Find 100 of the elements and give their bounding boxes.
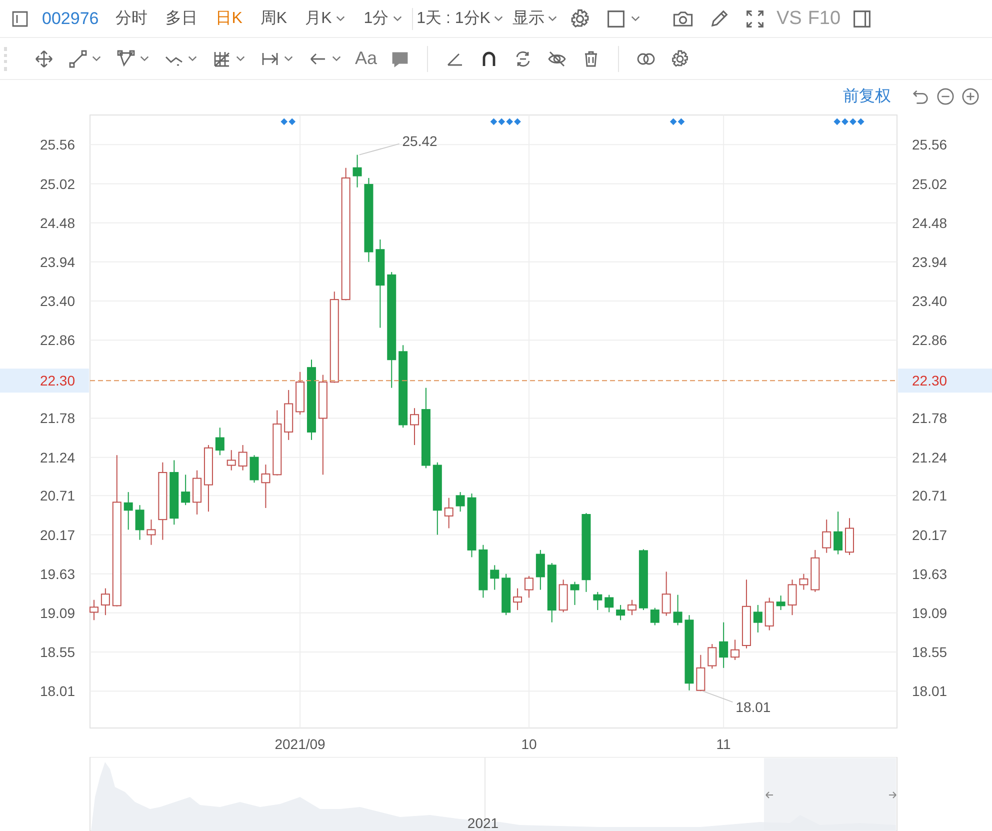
price-axis-label: 23.94	[912, 254, 948, 270]
move-icon[interactable]	[34, 48, 54, 68]
candlestick	[730, 639, 740, 660]
price-axis-label: 21.78	[912, 410, 948, 426]
candlestick	[490, 564, 500, 590]
caret-icon	[493, 13, 504, 24]
period-tab[interactable]: 1分	[354, 4, 412, 34]
candlestick	[628, 599, 636, 616]
panel-toggle-icon[interactable]	[10, 8, 30, 28]
toolbar-link[interactable]: VS	[776, 8, 802, 30]
candlestick	[456, 492, 465, 512]
dropdown[interactable]: 1天 : 1分K	[412, 4, 508, 34]
candlestick	[90, 599, 98, 621]
candlestick	[604, 594, 614, 613]
candlestick	[764, 597, 774, 631]
period-tab[interactable]: 月K	[296, 4, 355, 34]
price-axis-label: 18.01	[40, 683, 75, 700]
zoom-in-icon[interactable]	[961, 86, 980, 106]
candlestick	[124, 492, 133, 530]
candlestick	[536, 549, 545, 590]
candlestick	[250, 454, 259, 484]
candlestick	[444, 497, 454, 529]
candlestick	[719, 622, 728, 668]
period-tab[interactable]: 周K	[251, 4, 296, 34]
price-axis-label: 18.55	[40, 644, 75, 660]
caret-icon	[547, 13, 558, 24]
line-tool-icon[interactable]	[68, 48, 88, 68]
candlestick	[261, 464, 270, 508]
event-marker[interactable]: ◆◆◆◆	[490, 116, 522, 126]
dropdown[interactable]: 显示	[508, 4, 562, 34]
toolbar-link[interactable]: F10	[808, 8, 841, 30]
leader-line	[358, 143, 400, 156]
fullscreen-icon[interactable]	[744, 8, 766, 30]
polygon-icon[interactable]	[116, 48, 136, 68]
price-axis-label: 23.40	[912, 293, 948, 309]
price-axis-label: 23.94	[40, 254, 75, 270]
price-axis-label: 20.17	[912, 526, 948, 543]
text-tool[interactable]: Aa	[355, 48, 378, 69]
price-axis-label: 18.01	[912, 683, 948, 700]
current-price-tag: 22.30	[0, 368, 89, 393]
caret-icon[interactable]	[235, 53, 246, 64]
square-icon[interactable]	[605, 8, 628, 30]
caret-icon[interactable]	[91, 53, 102, 64]
settings-icon[interactable]	[670, 48, 690, 68]
event-marker[interactable]: ◆◆◆◆	[834, 116, 866, 126]
adjustment-link[interactable]: 前复权	[843, 86, 891, 106]
period-tab[interactable]: 日K	[206, 4, 252, 34]
stock-code[interactable]: 002976	[42, 8, 99, 28]
price-axis-label: 25.02	[912, 176, 948, 192]
candlestick	[593, 591, 602, 611]
price-axis-label: 21.24	[40, 449, 75, 466]
leader-line	[702, 690, 734, 703]
price-axis-label: 21.78	[40, 410, 75, 426]
price-axis-label: 20.71	[912, 488, 948, 504]
eye-off-icon[interactable]	[547, 48, 568, 68]
caret-icon[interactable]	[283, 53, 294, 64]
date-axis-label: 10	[521, 736, 537, 752]
caret-icon[interactable]	[187, 53, 198, 64]
candlestick	[696, 654, 706, 692]
price-axis-label: 20.71	[40, 488, 75, 504]
candlestick	[410, 408, 420, 446]
panel-icon[interactable]	[850, 8, 873, 30]
candlestick	[181, 474, 190, 506]
candlestick	[799, 573, 808, 590]
candlestick	[352, 154, 362, 188]
candlestick	[708, 644, 717, 670]
candlestick	[192, 470, 202, 515]
candlestick	[226, 450, 236, 471]
candlestick	[753, 604, 762, 633]
settings-icon[interactable]	[569, 8, 592, 30]
zoom-out-icon[interactable]	[936, 86, 955, 106]
period-tab[interactable]: 多日	[156, 4, 207, 34]
price-axis-label: 25.56	[912, 136, 948, 153]
price-axis-label: 18.55	[912, 644, 948, 660]
price-axis-label: 24.48	[912, 214, 948, 231]
event-marker[interactable]: ◆◆	[670, 116, 686, 126]
price-axis-label: 21.24	[912, 449, 948, 466]
caret-icon[interactable]	[331, 53, 342, 64]
price-axis-label: 19.63	[912, 566, 948, 582]
event-marker[interactable]: ◆◆	[280, 116, 297, 126]
arrow-left-icon[interactable]	[766, 792, 774, 798]
caret-icon[interactable]	[139, 53, 150, 64]
price-axis-label: 19.09	[912, 604, 948, 621]
price-axis-label: 19.09	[40, 604, 75, 621]
price-axis-label: 20.17	[40, 526, 75, 543]
candlestick	[524, 576, 534, 598]
price-axis-label: 23.40	[40, 293, 75, 309]
arrow-right-icon[interactable]	[888, 792, 896, 798]
candlestick	[513, 588, 522, 611]
period-tab[interactable]: 分时	[106, 4, 157, 34]
caret-icon[interactable]	[630, 13, 642, 24]
candlestick	[570, 581, 580, 606]
price-axis-label: 25.02	[40, 176, 75, 192]
candlestick	[238, 444, 248, 471]
price-axis-label: 22.86	[912, 332, 948, 348]
price-axis-label: 19.63	[40, 566, 75, 582]
candlestick	[776, 595, 786, 611]
low-price-label: 18.01	[736, 699, 771, 716]
candlestick	[834, 511, 843, 555]
candlestick	[673, 594, 682, 626]
